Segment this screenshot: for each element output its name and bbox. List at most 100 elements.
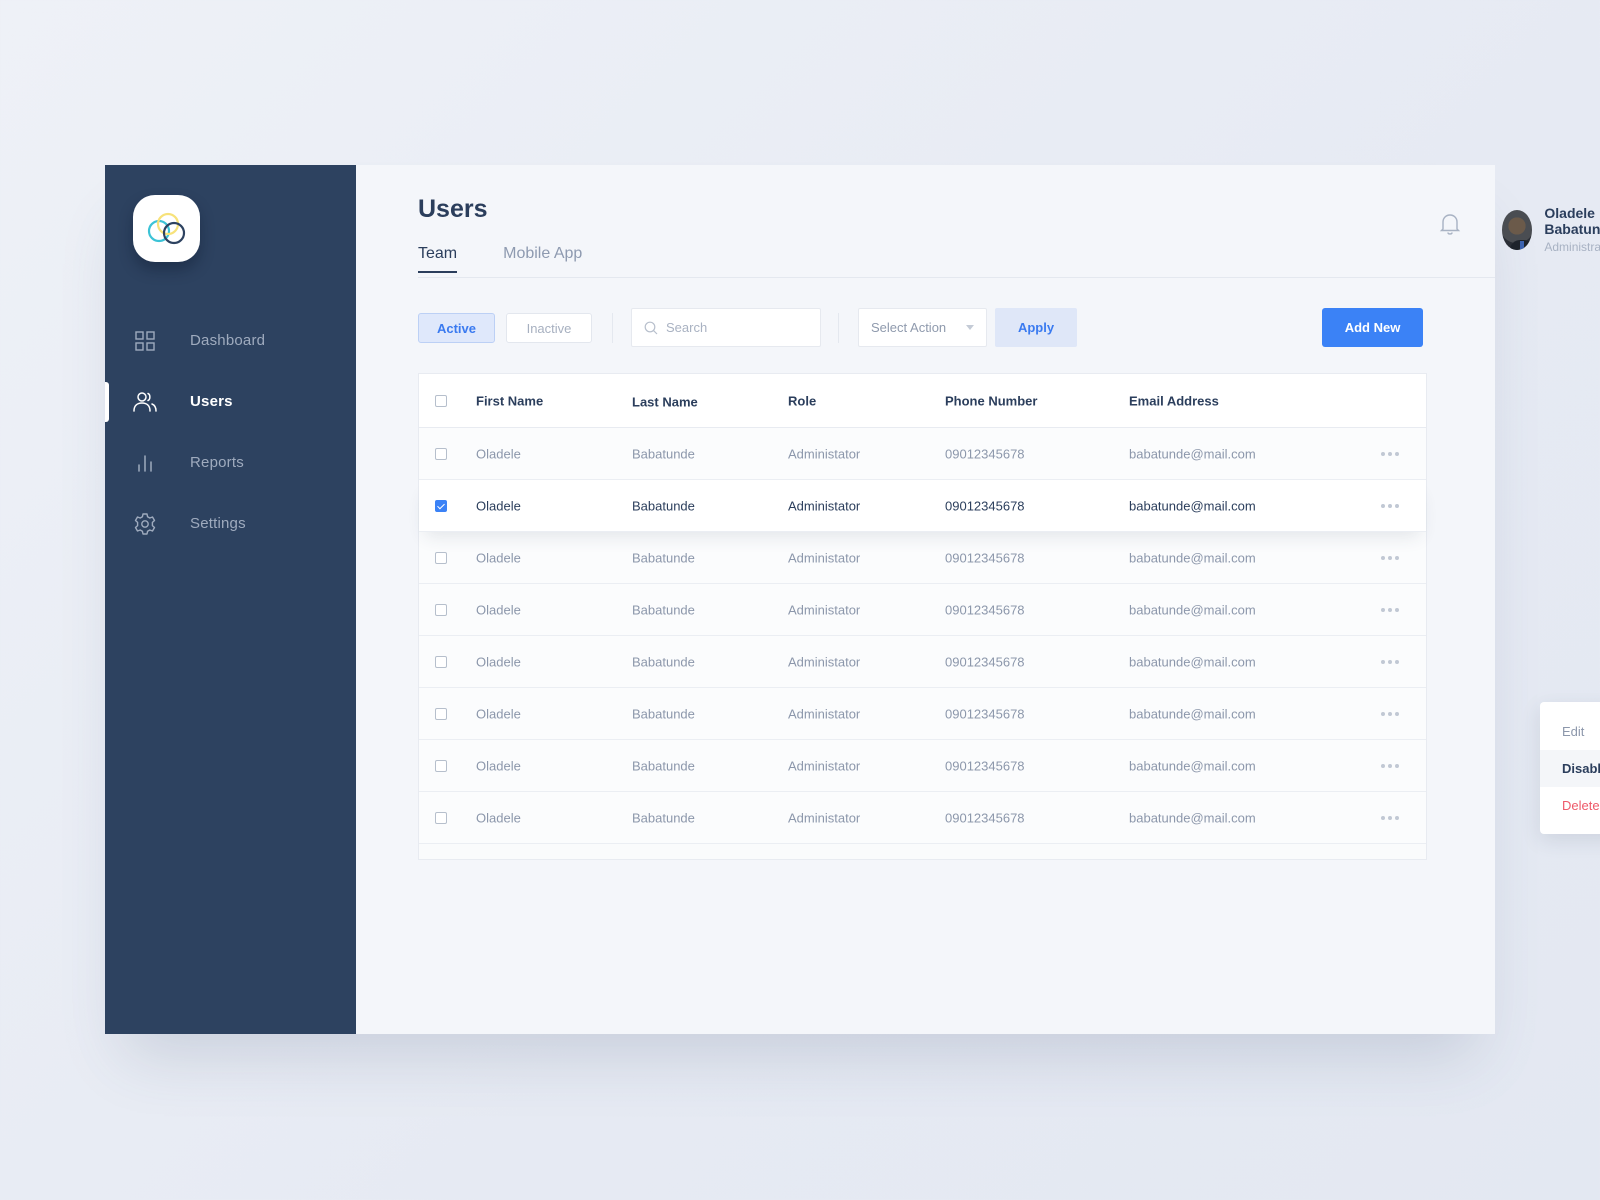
sidebar-item-reports[interactable]: Reports [105, 432, 356, 493]
cell-last-name: Babatunde [632, 706, 695, 721]
search-icon [644, 321, 658, 334]
row-checkbox[interactable] [435, 707, 447, 720]
column-header-last-name[interactable]: Last Name [632, 394, 698, 409]
column-header-phone-number[interactable]: Phone Number [945, 393, 1037, 408]
gear-icon [133, 512, 157, 536]
table-row[interactable]: Oladele Babatunde Administator 09012345678 b… [419, 636, 1426, 688]
row-checkbox[interactable] [435, 499, 447, 512]
cell-phone-number: 09012345678 [945, 550, 1025, 565]
overlapping-rings-logo-icon [147, 212, 185, 244]
avatar [1502, 209, 1533, 250]
cell-role: Administator [788, 550, 861, 565]
cell-role: Administator [788, 810, 861, 825]
cell-first-name: Oladele [476, 758, 521, 773]
cell-email-address: babatunde@mail.com [1129, 602, 1256, 617]
app-logo[interactable] [133, 195, 200, 262]
select-action-dropdown[interactable]: Select Action [858, 308, 987, 347]
sidebar-item-settings[interactable]: Settings [105, 493, 356, 554]
sidebar-item-label: Settings [190, 515, 246, 532]
row-checkbox-cell [435, 759, 447, 772]
row-actions-cell [1379, 552, 1401, 564]
sidebar-item-label: Dashboard [190, 332, 266, 349]
tab-team[interactable]: Team [418, 245, 458, 273]
add-new-button[interactable]: Add New [1322, 308, 1423, 347]
caret-down-icon [966, 325, 974, 330]
row-checkbox-cell [435, 655, 447, 668]
more-options-icon[interactable] [1379, 604, 1401, 616]
row-checkbox[interactable] [435, 759, 447, 772]
table-row[interactable]: Oladele Babatunde Administator 09012345678 b… [419, 428, 1426, 480]
row-actions-cell [1379, 708, 1401, 720]
user-name: Oladele Babatunde [1544, 205, 1600, 237]
menu-item-edit[interactable]: Edit [1540, 713, 1600, 750]
row-checkbox-cell [435, 447, 447, 460]
cell-first-name: Oladele [476, 810, 521, 825]
row-checkbox[interactable] [435, 551, 447, 564]
select-all-checkbox[interactable] [435, 394, 447, 407]
row-actions-cell [1379, 760, 1401, 772]
row-actions-cell [1379, 656, 1401, 668]
cell-phone-number: 09012345678 [945, 498, 1025, 513]
page-title: Users [418, 195, 488, 223]
bar-chart-icon [133, 451, 157, 475]
filter-inactive-button[interactable]: Inactive [506, 313, 592, 343]
row-checkbox-cell [435, 707, 447, 720]
tabs: Team Mobile App [418, 245, 582, 273]
row-checkbox[interactable] [435, 447, 447, 460]
search-field[interactable] [631, 308, 821, 347]
grid-icon [133, 329, 157, 353]
more-options-icon[interactable] [1379, 760, 1401, 772]
more-options-icon[interactable] [1379, 656, 1401, 668]
column-header-role[interactable]: Role [788, 393, 816, 408]
tab-mobile-app[interactable]: Mobile App [503, 245, 582, 273]
table-header: First Name Last Name Role Phone Number E… [419, 374, 1426, 428]
search-input[interactable] [666, 320, 806, 335]
cell-email-address: babatunde@mail.com [1129, 654, 1256, 669]
users-icon [133, 390, 157, 414]
cell-email-address: babatunde@mail.com [1129, 498, 1256, 513]
cell-last-name: Babatunde [632, 498, 695, 513]
row-actions-cell [1379, 812, 1401, 824]
cell-last-name: Babatunde [632, 602, 695, 617]
cell-role: Administator [788, 602, 861, 617]
filter-active-button[interactable]: Active [418, 313, 495, 343]
table-row[interactable]: Oladele Babatunde Administator 09012345678 b… [419, 532, 1426, 584]
table-row[interactable]: Oladele Babatunde Administator 09012345678 b… [419, 688, 1426, 740]
row-checkbox[interactable] [435, 603, 447, 616]
more-options-icon[interactable] [1379, 500, 1401, 512]
apply-button[interactable]: Apply [995, 308, 1077, 347]
more-options-icon[interactable] [1379, 708, 1401, 720]
row-checkbox[interactable] [435, 811, 447, 824]
cell-last-name: Babatunde [632, 758, 695, 773]
user-profile-menu[interactable]: Oladele Babatunde Administrator [1502, 205, 1600, 254]
cell-email-address: babatunde@mail.com [1129, 810, 1256, 825]
sidebar-item-dashboard[interactable]: Dashboard [105, 310, 356, 371]
select-all-checkbox-cell [435, 394, 447, 407]
cell-email-address: babatunde@mail.com [1129, 446, 1256, 461]
menu-item-disable[interactable]: Disable [1540, 750, 1600, 787]
column-header-first-name[interactable]: First Name [476, 393, 543, 408]
main-content: Users Team Mobile App Oladele Babatunde … [356, 165, 1600, 1034]
bell-icon[interactable] [1439, 212, 1461, 236]
cell-email-address: babatunde@mail.com [1129, 706, 1256, 721]
more-options-icon[interactable] [1379, 812, 1401, 824]
table-row[interactable]: Oladele Babatunde Administator 09012345678 b… [419, 584, 1426, 636]
cell-last-name: Babatunde [632, 810, 695, 825]
cell-role: Administator [788, 654, 861, 669]
table-row[interactable]: Oladele Babatunde Administator 09012345678 b… [419, 792, 1426, 844]
cell-phone-number: 09012345678 [945, 446, 1025, 461]
row-checkbox[interactable] [435, 655, 447, 668]
sidebar-item-label: Reports [190, 454, 244, 471]
menu-item-delete[interactable]: Delete [1540, 787, 1600, 824]
cell-phone-number: 09012345678 [945, 810, 1025, 825]
cell-first-name: Oladele [476, 706, 521, 721]
cell-first-name: Oladele [476, 654, 521, 669]
column-header-email-address[interactable]: Email Address [1129, 393, 1219, 408]
table-row[interactable]: Oladele Babatunde Administator 09012345678 b… [419, 480, 1426, 532]
table-row[interactable]: Oladele Babatunde Administator 09012345678 b… [419, 740, 1426, 792]
row-checkbox-cell [435, 551, 447, 564]
more-options-icon[interactable] [1379, 552, 1401, 564]
cell-first-name: Oladele [476, 446, 521, 461]
sidebar-item-users[interactable]: Users [105, 371, 356, 432]
more-options-icon[interactable] [1379, 448, 1401, 460]
